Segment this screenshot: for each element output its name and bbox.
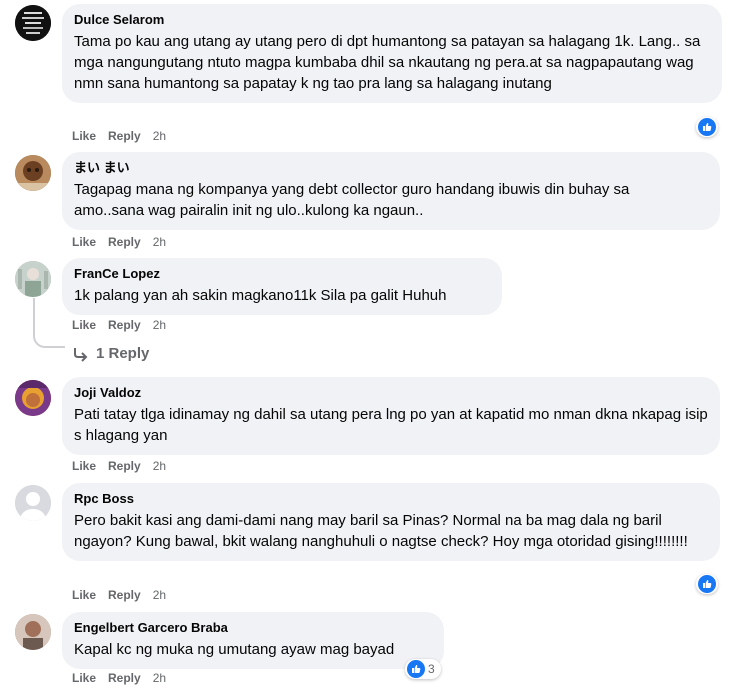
comment-bubble: Joji Valdoz Pati tatay tlga idinamay ng … xyxy=(62,377,720,455)
comment-timestamp[interactable]: 2h xyxy=(153,588,166,602)
avatar[interactable] xyxy=(15,5,51,41)
avatar[interactable] xyxy=(15,155,51,191)
like-button[interactable]: Like xyxy=(72,129,96,143)
like-button[interactable]: Like xyxy=(72,588,96,602)
comment-timestamp[interactable]: 2h xyxy=(153,318,166,332)
like-icon xyxy=(698,575,716,593)
reply-button[interactable]: Reply xyxy=(108,459,141,473)
view-replies-link[interactable]: 1 Reply xyxy=(72,345,149,362)
comment-author[interactable]: Dulce Selarom xyxy=(74,12,710,28)
comment-author[interactable]: Rpc Boss xyxy=(74,491,708,507)
reply-button[interactable]: Reply xyxy=(108,588,141,602)
comment-text: Tama po kau ang utang ay utang pero di d… xyxy=(74,33,701,92)
comment-author[interactable]: FranCe Lopez xyxy=(74,266,490,282)
avatar[interactable] xyxy=(15,380,51,416)
view-replies-label: 1 Reply xyxy=(96,345,150,362)
comment-text: Kapal kc ng muka ng umutang ayaw mag bay… xyxy=(74,641,395,658)
like-button[interactable]: Like xyxy=(72,318,96,332)
comment-actions: Like Reply 2h xyxy=(72,318,178,332)
reaction-badge[interactable] xyxy=(696,117,718,137)
like-button[interactable]: Like xyxy=(72,459,96,473)
comment-bubble: Engelbert Garcero Braba Kapal kc ng muka… xyxy=(62,612,444,669)
like-icon xyxy=(407,660,425,678)
comment-timestamp[interactable]: 2h xyxy=(153,671,166,685)
reply-arrow-icon xyxy=(74,347,88,362)
like-button[interactable]: Like xyxy=(72,671,96,685)
comment-bubble: Rpc Boss Pero bakit kasi ang dami-dami n… xyxy=(62,483,720,561)
comment-text: Tagapag mana ng kompanya yang debt colle… xyxy=(74,181,630,219)
comment-author[interactable]: まい まい xyxy=(74,160,708,176)
comment-bubble: FranCe Lopez 1k palang yan ah sakin magk… xyxy=(62,258,502,315)
comment-text: Pati tatay tlga idinamay ng dahil sa uta… xyxy=(74,406,708,444)
comment-actions: Like Reply 2h xyxy=(72,588,178,602)
reaction-badge[interactable]: 3 xyxy=(405,659,441,679)
comment-bubble: まい まい Tagapag mana ng kompanya yang debt… xyxy=(62,152,720,230)
avatar[interactable] xyxy=(15,261,51,297)
comment-author[interactable]: Joji Valdoz xyxy=(74,385,708,401)
reply-button[interactable]: Reply xyxy=(108,318,141,332)
reaction-count: 3 xyxy=(428,662,435,676)
comment-text: Pero bakit kasi ang dami-dami nang may b… xyxy=(74,512,688,550)
thread-connector xyxy=(33,330,65,348)
comment-actions: Like Reply 2h xyxy=(72,235,178,249)
comment-timestamp[interactable]: 2h xyxy=(153,129,166,143)
comment-bubble: Dulce Selarom Tama po kau ang utang ay u… xyxy=(62,4,722,103)
comment-timestamp[interactable]: 2h xyxy=(153,235,166,249)
reply-button[interactable]: Reply xyxy=(108,129,141,143)
like-button[interactable]: Like xyxy=(72,235,96,249)
comment-author[interactable]: Engelbert Garcero Braba xyxy=(74,620,432,636)
comment-timestamp[interactable]: 2h xyxy=(153,459,166,473)
like-icon xyxy=(698,118,716,136)
avatar[interactable] xyxy=(15,485,51,521)
avatar[interactable] xyxy=(15,614,51,650)
reply-button[interactable]: Reply xyxy=(108,235,141,249)
comment-actions: Like Reply 2h xyxy=(72,459,178,473)
thread-line xyxy=(33,298,35,332)
reaction-badge[interactable] xyxy=(696,574,718,594)
comment-text: 1k palang yan ah sakin magkano11k Sila p… xyxy=(74,287,447,304)
comment-actions: Like Reply 2h xyxy=(72,129,178,143)
reply-button[interactable]: Reply xyxy=(108,671,141,685)
comment-actions: Like Reply 2h xyxy=(72,671,178,685)
